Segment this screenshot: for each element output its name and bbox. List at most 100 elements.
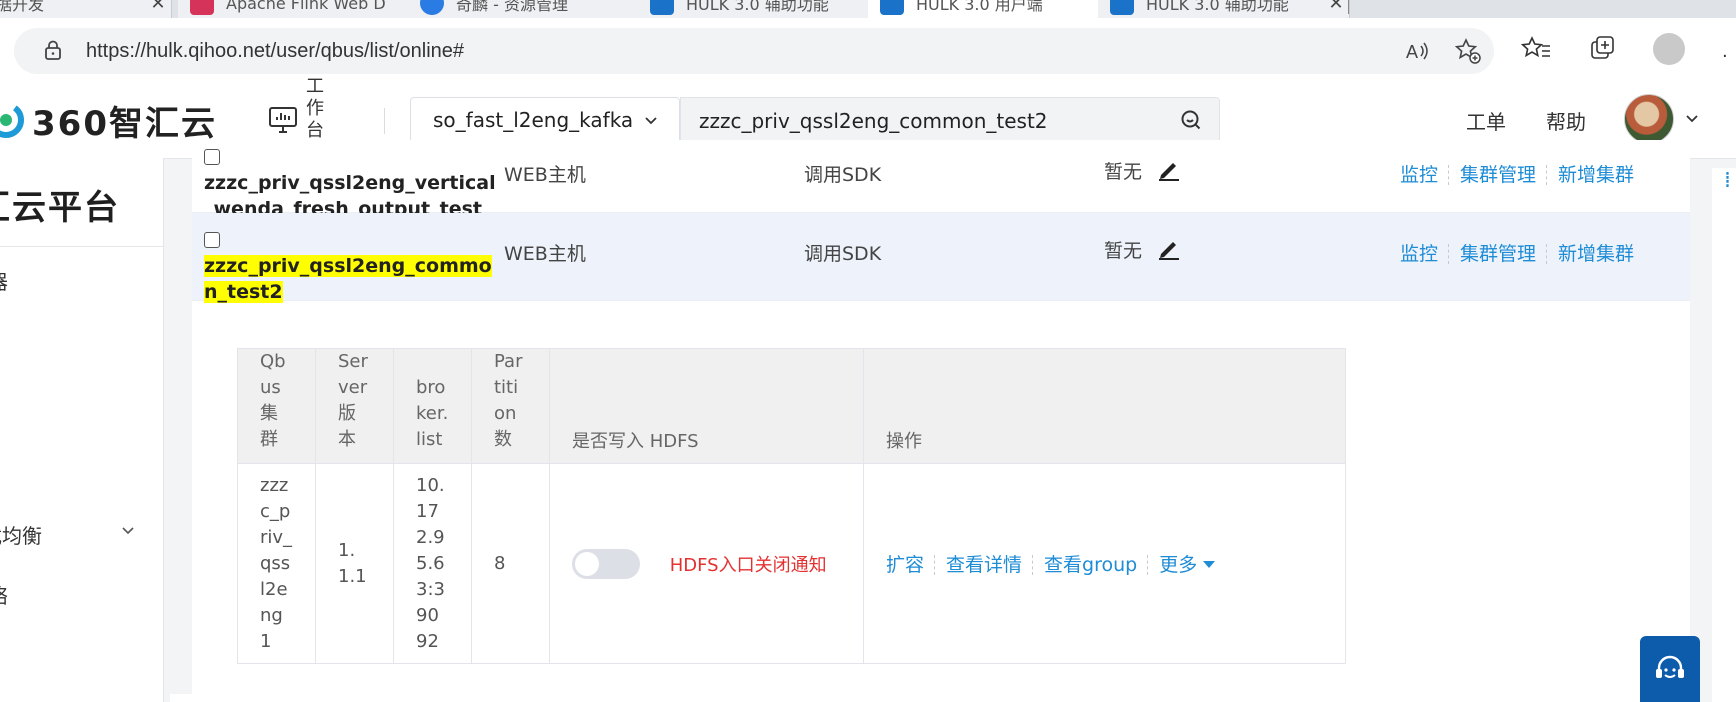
close-icon[interactable]: ✕ <box>1323 0 1349 14</box>
browser-tab[interactable]: Apache Flink Web D ✕ <box>178 0 430 18</box>
monitor-link[interactable]: 监控 <box>1400 243 1438 265</box>
search-input[interactable] <box>697 106 1161 136</box>
close-icon[interactable]: ✕ <box>145 0 171 14</box>
more-dropdown[interactable]: 更多 <box>1159 554 1216 576</box>
tab-title: HULK 3.0 用户端 <box>916 0 1043 14</box>
profile-icon[interactable] <box>1652 32 1686 66</box>
read-aloud-icon[interactable]: A <box>1404 38 1430 64</box>
view-group-link[interactable]: 查看group <box>1044 554 1137 576</box>
col-header-actions: 操作 <box>863 348 1346 464</box>
header-divider <box>384 108 385 134</box>
remark: 暂无 <box>1104 235 1182 263</box>
topic-name[interactable]: zzzc_priv_qssl2eng_commo n_test2 <box>204 227 492 305</box>
host-type: WEB主机 <box>504 164 586 186</box>
url-text[interactable]: https://hulk.qihoo.net/user/qbus/list/on… <box>86 40 464 63</box>
hulk-favicon-icon <box>1110 0 1134 15</box>
search-icon[interactable] <box>1179 108 1203 132</box>
chevron-down-icon[interactable] <box>1684 110 1700 126</box>
scale-out-link[interactable]: 扩容 <box>886 554 924 576</box>
tab-title: HULK 3.0 辅助功能 <box>686 0 829 14</box>
remark: 暂无 <box>1104 156 1182 184</box>
browser-tab-bar: 奇麟 - 数据开发 ✕ Apache Flink Web D ✕ 奇麟 - 资源… <box>0 0 1736 18</box>
flink-favicon-icon <box>190 0 214 15</box>
chevron-down-icon <box>645 117 657 125</box>
topic-search-box[interactable] <box>680 97 1220 143</box>
row-actions: 监控 集群管理 新增集群 <box>1400 160 1634 187</box>
cluster-actions-cell: 扩容 查看详情 查看group 更多 <box>863 463 1346 664</box>
monitor-icon[interactable] <box>268 106 298 134</box>
sidebar-title: 汇云平台 <box>0 188 120 228</box>
tab-title: 奇麟 - 资源管理 <box>456 0 568 14</box>
col-header-cluster: Qbus集群 <box>237 348 316 464</box>
collections-icon[interactable] <box>1586 32 1620 66</box>
qilin-favicon-icon <box>420 0 444 15</box>
browser-address-row: https://hulk.qihoo.net/user/qbus/list/on… <box>0 18 1736 84</box>
version-cell: 1.1.1 <box>315 463 394 664</box>
svg-text:A: A <box>1406 42 1418 62</box>
add-cluster-link[interactable]: 新增集群 <box>1558 164 1634 186</box>
table-row: zzzc_priv_qssl2eng1 1.1.1 10.172.95.63:3… <box>237 463 1346 664</box>
logo[interactable]: 360智汇云 <box>0 98 217 144</box>
logo-icon <box>0 102 24 138</box>
more-icon[interactable]: · <box>1722 46 1728 67</box>
col-header-hdfs: 是否写入 HDFS <box>549 348 864 464</box>
cluster-manage-link[interactable]: 集群管理 <box>1460 164 1536 186</box>
edit-icon[interactable] <box>1156 235 1182 261</box>
cluster-manage-link[interactable]: 集群管理 <box>1460 243 1536 265</box>
col-header-version: Server版本 <box>315 348 394 464</box>
cluster-select-value: so_fast_l2eng_kafka <box>433 108 634 132</box>
favorite-add-icon[interactable] <box>1454 37 1482 65</box>
sidebar-divider <box>0 246 163 247</box>
access-method: 调用SDK <box>804 243 882 265</box>
broker-list-cell: 10.172.95.63:39092 <box>393 463 472 664</box>
address-bar[interactable]: https://hulk.qihoo.net/user/qbus/list/on… <box>14 28 1494 74</box>
hdfs-toggle[interactable] <box>572 548 640 579</box>
tab-title: HULK 3.0 辅助功能 <box>1146 0 1289 14</box>
view-details-link[interactable]: 查看详情 <box>946 554 1022 576</box>
sidebar-item-server[interactable]: 器 <box>0 266 8 295</box>
avatar[interactable] <box>1624 94 1674 144</box>
partition-count-cell: 8 <box>471 463 550 664</box>
remark-text: 暂无 <box>1104 240 1143 262</box>
tab-title: Apache Flink Web D <box>226 0 386 13</box>
logo-text: 360智汇云 <box>32 103 217 144</box>
sidebar-item-network[interactable]: 络 <box>0 580 8 609</box>
topic-name[interactable]: zzzc_priv_qssl2eng_vertical _wenda_fresh… <box>204 144 496 222</box>
customer-service-button[interactable] <box>1640 636 1700 702</box>
table-row-selected[interactable]: zzzc_priv_qssl2eng_commo n_test2 WEB主机 调… <box>192 213 1690 303</box>
browser-tab[interactable]: 奇麟 - 数据开发 ✕ <box>0 0 172 18</box>
caret-down-icon <box>1203 561 1216 568</box>
edit-icon[interactable] <box>1156 156 1182 182</box>
workbench-label[interactable]: 工作台 <box>306 76 330 142</box>
favorites-icon[interactable] <box>1520 32 1554 66</box>
lock-icon[interactable] <box>42 39 64 61</box>
edge-marker-icon: ⁞ <box>1724 168 1731 193</box>
row-checkbox[interactable] <box>204 232 220 248</box>
browser-tab[interactable]: HULK 3.0 辅助功能 ✕ <box>1098 0 1350 18</box>
cluster-detail-table: Qbus集群 Server版本 broker.list Partition数 是… <box>237 348 1346 664</box>
right-edge-panel: ⁞ <box>1712 168 1736 702</box>
table-header-row: Qbus集群 Server版本 broker.list Partition数 是… <box>237 348 1346 464</box>
help-link[interactable]: 帮助 <box>1546 106 1586 135</box>
sidebar: 汇云平台 器 载均衡 络 <box>0 158 164 702</box>
tab-separator <box>1348 0 1349 14</box>
browser-tab[interactable]: 奇麟 - 资源管理 ✕ <box>408 0 660 18</box>
col-header-broker: broker.list <box>393 348 472 464</box>
hulk-favicon-icon <box>880 0 904 15</box>
table-row[interactable]: zzzc_priv_qssl2eng_vertical _wenda_fresh… <box>192 140 1690 220</box>
row-checkbox[interactable] <box>204 149 220 165</box>
sidebar-item-load-balance[interactable]: 载均衡 <box>0 520 42 549</box>
tickets-link[interactable]: 工单 <box>1466 106 1506 135</box>
browser-tab-active[interactable]: HULK 3.0 用户端 ✕ <box>868 0 1120 18</box>
hdfs-cell: HDFS入口关闭通知 <box>549 463 864 664</box>
row-actions: 监控 集群管理 新增集群 <box>1400 239 1634 266</box>
remark-text: 暂无 <box>1104 161 1143 183</box>
add-cluster-link[interactable]: 新增集群 <box>1558 243 1634 265</box>
topic-list-panel: zzzc_priv_qssl2eng_vertical _wenda_fresh… <box>192 140 1690 702</box>
chevron-down-icon[interactable] <box>120 522 136 538</box>
cluster-select[interactable]: so_fast_l2eng_kafka <box>410 97 680 143</box>
monitor-link[interactable]: 监控 <box>1400 164 1438 186</box>
hdfs-notice-link[interactable]: HDFS入口关闭通知 <box>670 555 827 576</box>
browser-tab[interactable]: HULK 3.0 辅助功能 ✕ <box>638 0 890 18</box>
col-header-partition: Partition数 <box>471 348 550 464</box>
